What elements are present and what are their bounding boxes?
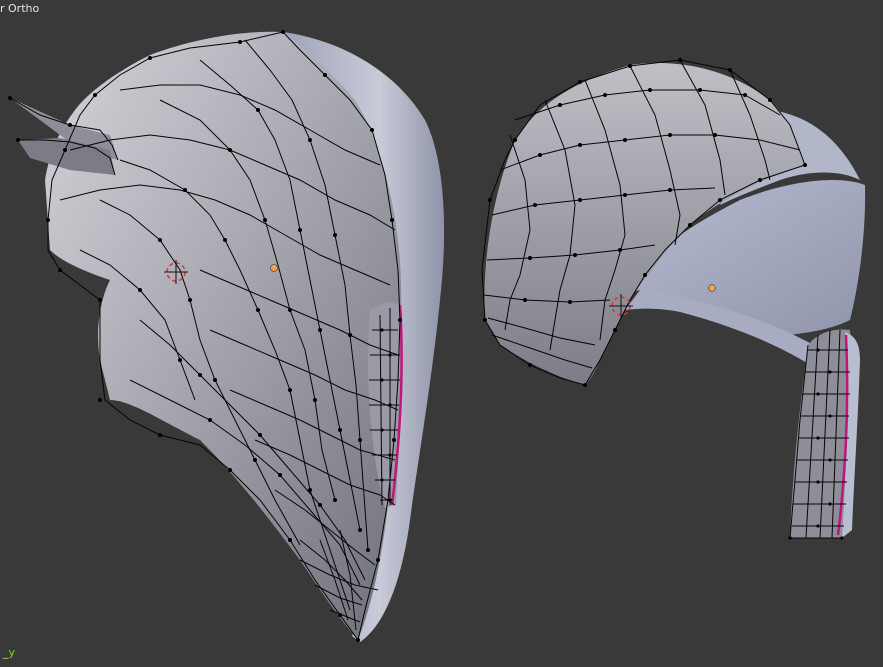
3d-viewport[interactable]: r Ortho _y — [0, 0, 883, 667]
axis-gizmo: _y — [3, 646, 16, 659]
hood-mesh[interactable] — [481, 58, 866, 540]
object-origin-dot[interactable] — [270, 264, 278, 272]
helmet-mesh[interactable] — [8, 30, 445, 642]
hood-origin-dot[interactable] — [708, 284, 716, 292]
scene-canvas[interactable] — [0, 0, 883, 667]
axis-y-label: y — [8, 646, 16, 659]
